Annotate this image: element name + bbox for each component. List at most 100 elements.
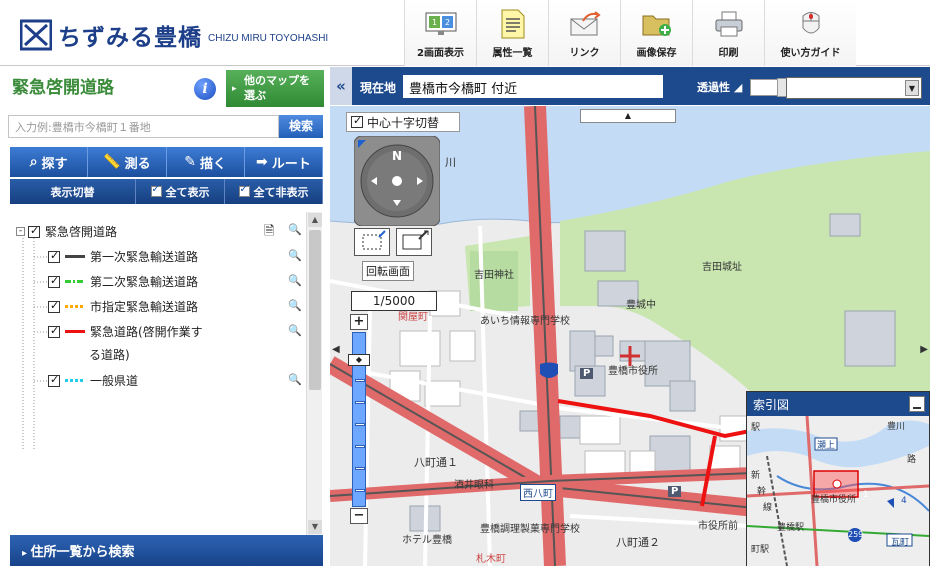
tool-tabs: ⌕ 探す 📏 測る ✎ 描く ➡ ルート (10, 147, 323, 177)
tab-route[interactable]: ➡ ルート (244, 147, 323, 177)
scroll-up-icon[interactable]: ▲ (308, 213, 322, 227)
zoom-tick (355, 445, 365, 448)
overview-label: 4 (901, 496, 907, 506)
rotate-screen-label[interactable]: 回転画面 (362, 261, 414, 281)
overview-label: 路 (907, 455, 917, 465)
pan-up-button[interactable]: ▲ (580, 109, 676, 123)
hide-all-button[interactable]: 全て非表示 (225, 179, 323, 204)
legend-line-icon (65, 330, 85, 333)
app-logo[interactable]: ちずみる豊橋 CHIZU MIRU TOYOHASHI (20, 18, 328, 52)
zoom-knob[interactable]: ◆ (348, 354, 370, 366)
dual-screen-button[interactable]: 12 2画面表示 (404, 0, 476, 66)
search-button[interactable]: 検索 (279, 115, 323, 138)
zoom-in-button[interactable]: + (350, 314, 368, 330)
attribute-list-button[interactable]: 属性一覧 (476, 0, 548, 66)
overview-map[interactable]: 索引図 豊川 瀬上 新 幹 線 豊橋駅 豊橋市役所 駅 町駅 路 瓦町 4 1 (746, 391, 930, 566)
layer-group-checkbox[interactable] (28, 224, 40, 238)
zoom-out-button[interactable]: − (350, 508, 368, 524)
layer-zoom-icon[interactable]: 🔍 (288, 274, 302, 287)
address-list-search-button[interactable]: 住所一覧から検索 (10, 535, 323, 566)
left-panel: 緊急啓開道路 i 他のマップを選ぶ 入力例:豊橋市今橋町１番地 検索 ⌕探す 📏… (0, 67, 330, 566)
tree-collapse-icon[interactable]: - (16, 227, 25, 236)
printer-icon (715, 11, 742, 37)
address-search-input[interactable]: 入力例:豊橋市今橋町１番地 (8, 115, 279, 138)
map-label: 豊城中 (626, 300, 656, 311)
zoom-rect-button[interactable] (396, 228, 432, 256)
layer-tree: - 緊急啓開道路 🗎 🔍 第一次緊急輸送道路 🔍 第二次緊急輸送道路 🔍 市指定… (10, 210, 304, 530)
layer-checkbox[interactable] (48, 249, 60, 263)
brush-icon: ✎ (184, 154, 196, 170)
link-mail-icon (570, 11, 601, 36)
location-label: 現在地 (360, 81, 397, 95)
crosshair-toggle[interactable]: 中心十字切替 (346, 112, 460, 132)
map-label: 酒井眼科 (454, 480, 494, 491)
chevron-down-icon[interactable]: ▼ (905, 80, 919, 96)
ruler-icon: 📏 (103, 154, 121, 170)
chizumiru-logo-icon (20, 19, 52, 51)
layer-checkbox[interactable] (48, 274, 60, 288)
layer-checkbox[interactable] (48, 299, 60, 313)
legend-line-icon (65, 255, 85, 258)
legend-document-icon[interactable]: 🗎 (264, 222, 274, 244)
scale-display[interactable]: 1/5000 (351, 291, 437, 311)
map-label: 豊橋市役所 (608, 366, 658, 377)
overview-label: 幹 (757, 487, 767, 497)
layer-scrollbar[interactable]: ▲ ▼ (306, 212, 322, 535)
link-button[interactable]: リンク (548, 0, 620, 66)
scroll-down-icon[interactable]: ▼ (308, 520, 322, 534)
image-save-button[interactable]: 画像保存 (620, 0, 692, 66)
layer-zoom-icon[interactable]: 🔍 (288, 373, 302, 386)
layer-label-continued: る道路) (89, 348, 130, 362)
legend-line-icon (65, 379, 85, 382)
pan-left-icon[interactable]: ◀ (332, 344, 340, 355)
layer-zoom-icon[interactable]: 🔍 (288, 223, 302, 236)
zoom-tick (355, 489, 365, 492)
map-toolbar: « 現在地 豊橋市今橋町 付近 透過性 ◢ ▼ (330, 67, 930, 105)
legend-line-icon (65, 280, 85, 283)
location-field: 豊橋市今橋町 付近 (403, 75, 663, 98)
zoom-rect-icon (402, 230, 429, 250)
overview-label: 瀬上 (817, 441, 836, 451)
overview-label: 豊川 (887, 422, 906, 432)
map-label: ホテル豊橋 (402, 535, 452, 546)
map-canvas[interactable]: 川 吉田神社 吉田城址 豊城中 あいち情報専門学校 豊橋市役所 関屋町 八町通１… (330, 106, 930, 566)
layer-zoom-icon[interactable]: 🔍 (288, 299, 302, 312)
layer-checkbox[interactable] (48, 373, 60, 387)
layer-row-prefectural: 一般県道 (48, 372, 138, 389)
svg-text:N: N (392, 149, 402, 163)
overview-label: 線 (763, 503, 773, 513)
collapse-panel-button[interactable]: « (330, 67, 352, 105)
usage-guide-button[interactable]: 使い方ガイド (764, 0, 856, 66)
info-icon[interactable]: i (194, 78, 216, 100)
pan-right-icon[interactable]: ▶ (920, 344, 928, 355)
overview-label: 豊橋駅 (777, 523, 805, 533)
crosshair-checkbox[interactable] (351, 114, 363, 128)
selection-rect-icon (362, 230, 386, 250)
route-icon: ➡ (256, 154, 268, 170)
attribute-list-icon (501, 9, 524, 39)
opacity-slider[interactable] (750, 78, 791, 97)
opacity-select[interactable]: ▼ (786, 77, 922, 99)
map-label: 八町通２ (616, 536, 660, 549)
other-map-button[interactable]: 他のマップを選ぶ (226, 70, 324, 107)
print-button[interactable]: 印刷 (692, 0, 764, 66)
opacity-label[interactable]: 透過性 ◢ (697, 79, 742, 95)
compass-pan-control[interactable]: N (354, 136, 440, 226)
layer-checkbox[interactable] (48, 324, 60, 338)
tab-search[interactable]: ⌕ 探す (10, 147, 89, 177)
minimize-icon[interactable] (909, 396, 925, 412)
display-toggle-row: 表示切替 全て表示 全て非表示 (10, 179, 323, 204)
map-label: 川 (445, 156, 456, 169)
zoom-slider[interactable]: + ◆ − (348, 314, 370, 526)
tab-measure[interactable]: 📏 測る (88, 147, 167, 177)
rotate-select-button[interactable] (354, 228, 390, 256)
layer-zoom-icon[interactable]: 🔍 (288, 324, 302, 337)
layer-zoom-icon[interactable]: 🔍 (288, 249, 302, 262)
legend-line-icon (65, 305, 85, 308)
svg-text:1: 1 (432, 18, 437, 27)
scroll-thumb[interactable] (309, 230, 321, 390)
parking-icon: P (580, 368, 594, 379)
main-toolbar: 12 2画面表示 属性一覧 リンク 画像保存 印刷 使い方ガイド (404, 0, 856, 66)
tab-draw[interactable]: ✎ 描く (166, 147, 245, 177)
show-all-button[interactable]: 全て表示 (136, 179, 225, 204)
